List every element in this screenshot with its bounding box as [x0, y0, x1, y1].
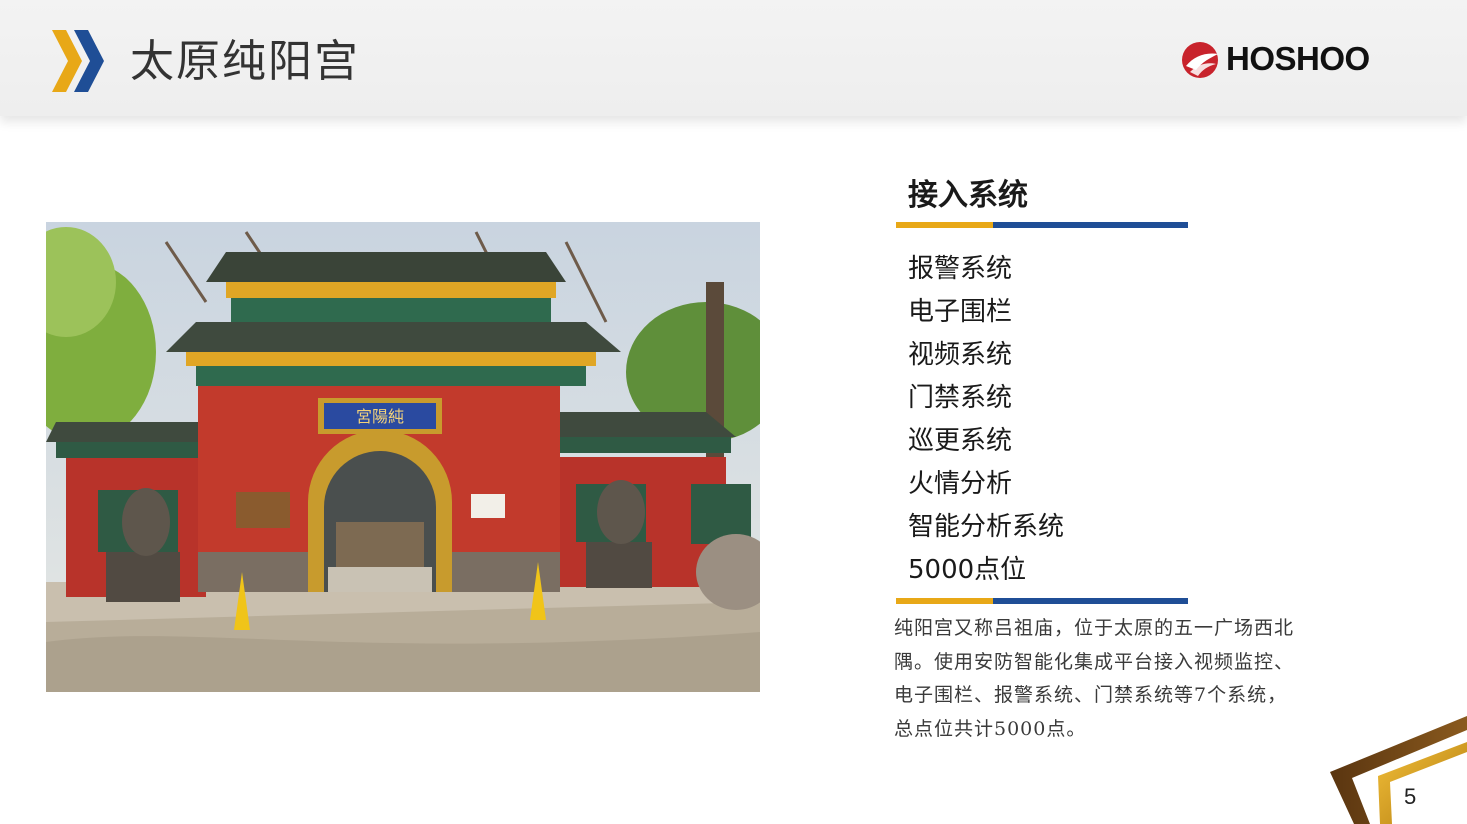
list-item: 巡更系统: [908, 426, 1013, 456]
temple-photo: 宮陽純: [46, 222, 760, 692]
description-line: 隅。使用安防智能化集成平台接入视频监控、: [894, 650, 1295, 673]
slide-title: 太原纯阳宫: [130, 36, 360, 87]
description-line: 纯阳宫又称吕祖庙，位于太原的五一广场西北: [894, 617, 1295, 639]
double-chevron-icon: [52, 30, 104, 92]
system-list: 报警系统 电子围栏 视频系统 门禁系统 巡更系统 火情分析 智能分析系统 500…: [908, 248, 1064, 592]
list-item: 智能分析系统: [908, 512, 1065, 542]
title-underline: [896, 222, 1188, 228]
slide-header: 太原纯阳宫 HOSHOO: [0, 0, 1467, 116]
corner-decoration: [1330, 716, 1467, 824]
list-item: 火情分析: [908, 469, 1013, 499]
list-item: 5000点位: [908, 555, 1027, 585]
plaque-text: 宮陽純: [356, 407, 404, 426]
section-title: 接入系统: [908, 178, 1028, 213]
list-item: 报警系统: [908, 254, 1013, 284]
logo-text: HOSHOO: [1226, 40, 1370, 77]
description: 纯阳宫又称吕祖庙，位于太原的五一广场西北 隅。使用安防智能化集成平台接入视频监控…: [894, 612, 1334, 746]
list-item: 视频系统: [908, 340, 1013, 370]
description-line: 总点位共计5000点。: [894, 717, 1087, 740]
description-line: 电子围栏、报警系统、门禁系统等7个系统，: [894, 684, 1288, 706]
list-underline: [896, 598, 1188, 604]
list-item: 电子围栏: [908, 297, 1013, 327]
page-number: 5: [1404, 784, 1417, 809]
list-item: 门禁系统: [908, 383, 1013, 413]
